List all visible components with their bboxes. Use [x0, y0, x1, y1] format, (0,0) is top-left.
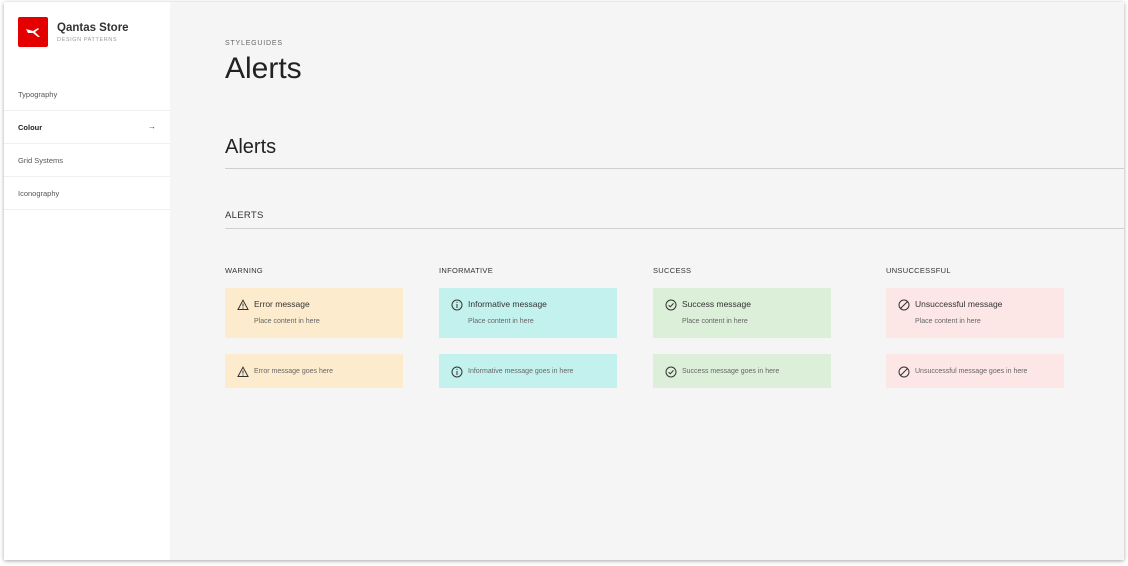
blocked-circle-icon: [898, 365, 910, 378]
column-title: SUCCESS: [653, 266, 692, 275]
alert-text: Success message goes in here: [682, 367, 780, 375]
brand[interactable]: Qantas Store DESIGN PATTERNS: [18, 17, 129, 47]
qantas-logo-icon: [18, 17, 48, 47]
breadcrumb: STYLEGUIDES: [225, 40, 283, 47]
warning-triangle-icon: [237, 365, 249, 377]
divider: [225, 168, 1124, 169]
sidebar-item-grid-systems[interactable]: Grid Systems: [4, 144, 170, 177]
brand-title: Qantas Store: [57, 22, 129, 34]
informative-alert: Informative message Place content in her…: [439, 288, 617, 338]
sidebar-item-label: Typography: [18, 89, 58, 99]
warning-alert: Error message Place content in here: [225, 288, 403, 338]
unsuccessful-alert: Unsuccessful message Place content in he…: [886, 288, 1064, 338]
sidebar-item-label: Colour: [18, 122, 43, 132]
alert-title: Error message: [254, 299, 310, 309]
divider: [225, 228, 1124, 229]
alert-body: Place content in here: [682, 318, 748, 325]
informative-alert-compact: Informative message goes in here: [439, 354, 617, 388]
alert-title: Informative message: [468, 299, 547, 309]
alert-text: Informative message goes in here: [468, 367, 574, 375]
info-circle-icon: [451, 365, 463, 378]
page-title: Alerts: [225, 52, 302, 85]
sidebar-item-typography[interactable]: Typography: [4, 78, 170, 111]
section-subtitle: ALERTS: [225, 210, 264, 221]
column-title: WARNING: [225, 266, 264, 275]
check-circle-icon: [665, 298, 677, 311]
alert-text: Error message goes here: [254, 367, 333, 375]
sidebar-item-label: Grid Systems: [18, 155, 64, 165]
arrow-right-icon: →: [148, 122, 156, 131]
sidebar-item-label: Iconography: [18, 188, 60, 198]
alert-body: Place content in here: [468, 318, 534, 325]
warning-triangle-icon: [237, 298, 249, 310]
alert-body: Place content in here: [254, 318, 320, 325]
success-alert-compact: Success message goes in here: [653, 354, 831, 388]
sidebar-item-iconography[interactable]: Iconography: [4, 177, 170, 210]
unsuccessful-alert-compact: Unsuccessful message goes in here: [886, 354, 1064, 388]
brand-subtitle: DESIGN PATTERNS: [57, 37, 118, 43]
app-window: Qantas Store DESIGN PATTERNS Typography …: [4, 2, 1124, 560]
alert-title: Unsuccessful message: [915, 299, 1003, 309]
success-alert: Success message Place content in here: [653, 288, 831, 338]
column-title: UNSUCCESSFUL: [886, 266, 951, 275]
info-circle-icon: [451, 298, 463, 311]
alert-body: Place content in here: [915, 318, 981, 325]
main-content: STYLEGUIDES Alerts Alerts ALERTS WARNING…: [225, 2, 1124, 560]
warning-alert-compact: Error message goes here: [225, 354, 403, 388]
check-circle-icon: [665, 365, 677, 378]
alert-column-unsuccessful: UNSUCCESSFUL Unsuccessful message Place …: [886, 266, 1064, 388]
alert-column-success: SUCCESS Success message Place content in…: [653, 266, 831, 388]
alert-text: Unsuccessful message goes in here: [915, 367, 1028, 375]
sidebar-nav: Typography Colour → Grid Systems Iconogr…: [4, 78, 170, 210]
section-title: Alerts: [225, 136, 277, 158]
sidebar-item-colour[interactable]: Colour →: [4, 111, 170, 144]
alert-column-warning: WARNING Error message Place content in h…: [225, 266, 403, 388]
blocked-circle-icon: [898, 298, 910, 311]
column-title: INFORMATIVE: [439, 266, 493, 275]
alert-title: Success message: [682, 299, 751, 309]
alert-column-informative: INFORMATIVE Informative message Place co…: [439, 266, 617, 388]
sidebar: Qantas Store DESIGN PATTERNS Typography …: [4, 2, 170, 560]
